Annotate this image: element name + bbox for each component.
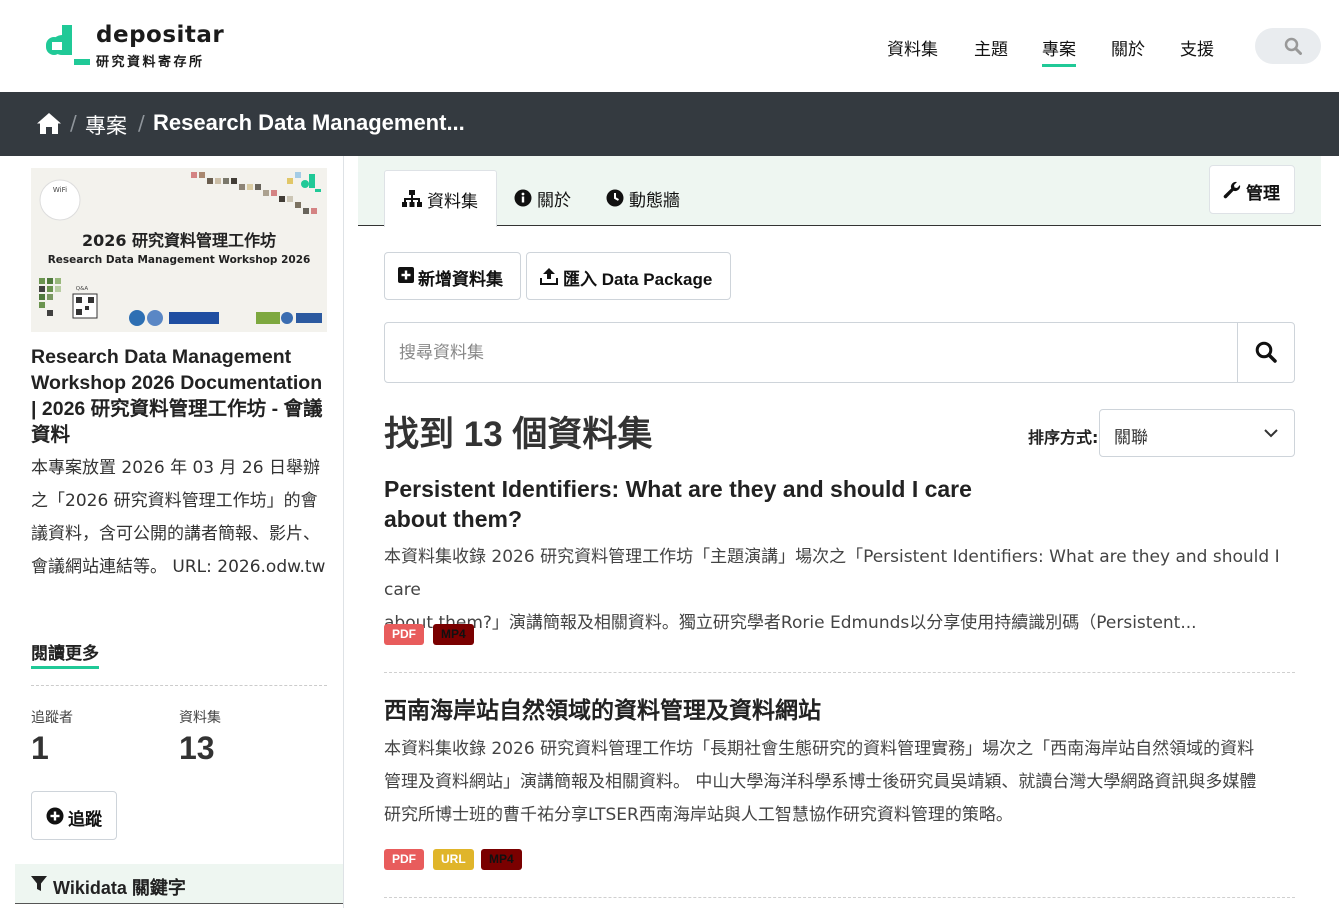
dataset-divider <box>384 672 1295 673</box>
add-dataset-button[interactable]: 新增資料集 <box>384 252 521 300</box>
followers-label: 追蹤者 <box>31 710 73 726</box>
read-more-link[interactable]: 閱讀更多 <box>31 639 99 669</box>
filter-icon <box>31 876 47 891</box>
manage-button[interactable]: 管理 <box>1209 165 1295 214</box>
dataset-title[interactable]: 西南海岸站自然領域的資料管理及資料網站 <box>384 695 821 725</box>
dataset-search-input[interactable] <box>385 323 1237 382</box>
project-banner-graphic: WiFi 2026 研究資料管理工作坊 Research Data Manage… <box>31 168 327 332</box>
chevron-down-icon <box>1264 429 1278 438</box>
banner-wifi-label: WiFi <box>53 186 67 194</box>
dataset-title[interactable]: Persistent Identifiers: What are they an… <box>384 474 972 534</box>
follow-button[interactable]: 追蹤 <box>31 791 117 840</box>
dataset-description-line: 本資料集收錄 2026 研究資料管理工作坊「長期社會生態研究的資料管理實務」場次… <box>384 739 1255 759</box>
header-search-button[interactable] <box>1255 28 1321 64</box>
tab-datasets[interactable]: 資料集 <box>384 170 497 227</box>
add-dataset-label: 新增資料集 <box>418 270 503 289</box>
nav-support[interactable]: 支援 <box>1180 35 1214 60</box>
search-icon <box>1284 37 1302 55</box>
followers-count: 1 <box>31 730 49 766</box>
breadcrumb-separator: / <box>138 111 145 135</box>
plus-circle-icon <box>46 807 64 825</box>
format-badge-pdf[interactable]: PDF <box>384 849 424 870</box>
nav-projects[interactable]: 專案 <box>1042 35 1076 67</box>
dataset-description: 本資料集收錄 2026 研究資料管理工作坊「主題演講」場次之「Persisten… <box>384 541 1295 640</box>
datasets-count: 13 <box>179 730 215 766</box>
dataset-search-button[interactable] <box>1237 323 1295 382</box>
plus-square-icon <box>398 267 414 283</box>
tab-datasets-label: 資料集 <box>427 192 478 212</box>
nav-datasets[interactable]: 資料集 <box>887 35 938 60</box>
project-image[interactable]: WiFi 2026 研究資料管理工作坊 Research Data Manage… <box>31 168 327 332</box>
breadcrumb: / 專案 / Research Data Management... <box>0 92 1339 156</box>
sort-selected-value: 關聯 <box>1114 428 1148 448</box>
home-icon[interactable] <box>36 112 62 135</box>
info-circle-icon <box>514 189 532 207</box>
nav-groups[interactable]: 主題 <box>974 35 1008 60</box>
dataset-description: 本資料集收錄 2026 研究資料管理工作坊「長期社會生態研究的資料管理實務」場次… <box>384 733 1295 832</box>
dataset-description-line: 研究所博士班的曹千祐分享LTSER西南海岸站與人工智慧協作研究資料管理的策略。 <box>384 805 1013 825</box>
dataset-description-line: 管理及資料網站」演講簡報及相關資料。 中山大學海洋科學系博士後研究員吳靖穎、就讀… <box>384 772 1257 792</box>
banner-title-en: Research Data Management Workshop 2026 <box>48 254 311 266</box>
sort-label: 排序方式: <box>1028 428 1099 447</box>
masthead: depositar 研究資料寄存所 資料集 主題 專案 關於 支援 <box>0 0 1339 92</box>
format-badge-url[interactable]: URL <box>433 849 474 870</box>
upload-icon <box>540 268 558 285</box>
banner-title-zh: 2026 研究資料管理工作坊 <box>82 231 276 250</box>
sidebar-divider <box>31 685 327 686</box>
format-badge-pdf[interactable]: PDF <box>384 624 424 645</box>
format-badge-mp4[interactable]: MP4 <box>481 849 522 870</box>
manage-button-label: 管理 <box>1246 184 1280 203</box>
sidebar: WiFi 2026 研究資料管理工作坊 Research Data Manage… <box>0 156 344 908</box>
sort-select[interactable]: 關聯 <box>1099 409 1295 457</box>
breadcrumb-separator: / <box>70 111 77 135</box>
breadcrumb-projects[interactable]: 專案 <box>85 110 127 140</box>
main-content: 資料集 關於 動態牆 管理 新增資料集 匯入 Data Package 搜尋資料… <box>358 156 1321 908</box>
dataset-divider <box>384 897 1295 898</box>
sitemap-icon <box>402 190 422 207</box>
tab-activity[interactable]: 動態牆 <box>590 170 690 227</box>
import-button-label: 匯入 Data Package <box>563 270 713 289</box>
project-description: 本專案放置 2026 年 03 月 26 日舉辦之「2026 研究資料管理工作坊… <box>31 458 326 577</box>
tab-activity-label: 動態牆 <box>629 191 680 211</box>
results-count-heading: 找到 13 個資料集 <box>384 415 653 454</box>
search-icon <box>1255 341 1277 363</box>
import-data-package-button[interactable]: 匯入 Data Package <box>526 252 731 300</box>
clock-icon <box>606 189 624 207</box>
content-tabs: 資料集 關於 動態牆 管理 <box>358 156 1321 227</box>
breadcrumb-current[interactable]: Research Data Management... <box>153 110 465 136</box>
datasets-label: 資料集 <box>179 710 221 726</box>
dataset-search <box>384 322 1295 383</box>
follow-button-label: 追蹤 <box>68 810 102 829</box>
dataset-description-line: about them?」演講簡報及相關資料。獨立研究學者Rorie Edmund… <box>384 613 1197 633</box>
tab-about[interactable]: 關於 <box>498 170 578 227</box>
dataset-description-line: 本資料集收錄 2026 研究資料管理工作坊「主題演講」場次之「Persisten… <box>384 547 1280 600</box>
nav-about[interactable]: 關於 <box>1111 35 1145 60</box>
tab-about-label: 關於 <box>537 191 571 211</box>
main-nav: 資料集 主題 專案 關於 支援 <box>0 35 1339 67</box>
wikidata-heading-label: Wikidata 關鍵字 <box>53 878 186 898</box>
dataset-title-line: 西南海岸站自然領域的資料管理及資料網站 <box>384 697 821 723</box>
format-badge-mp4[interactable]: MP4 <box>433 624 474 645</box>
project-title: Research Data Management Workshop 2026 D… <box>31 346 323 446</box>
dataset-title-line: about them? <box>384 506 522 532</box>
wrench-icon <box>1223 181 1241 199</box>
wikidata-keywords-heading[interactable]: Wikidata 關鍵字 <box>15 864 343 904</box>
dataset-title-line: Persistent Identifiers: What are they an… <box>384 476 972 502</box>
banner-qa-label: Q&A <box>76 286 89 292</box>
